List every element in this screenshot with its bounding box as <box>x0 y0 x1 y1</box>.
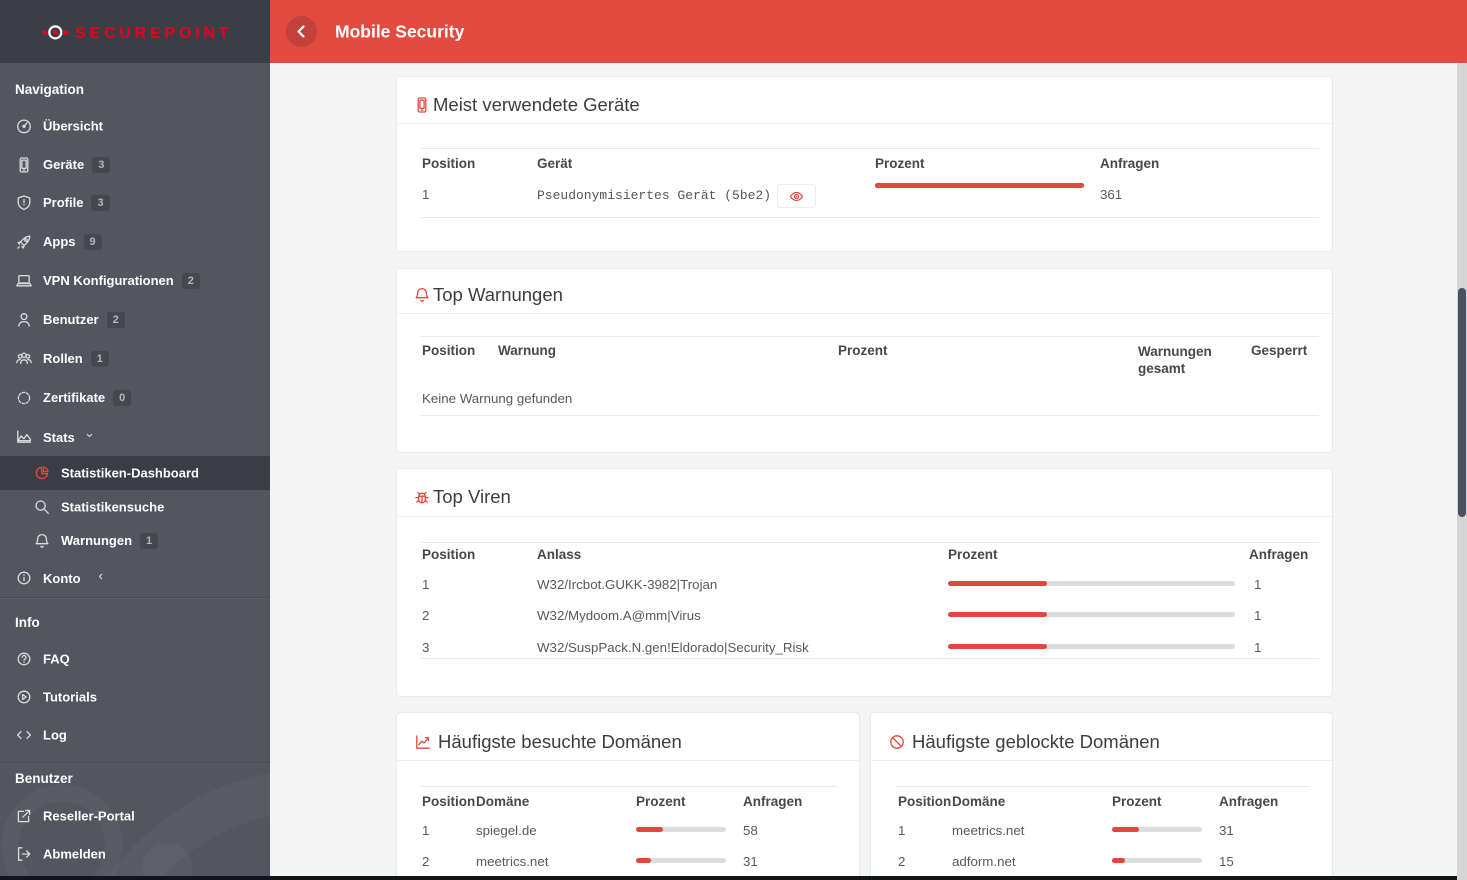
svg-text:SECUREPOINT: SECUREPOINT <box>75 25 232 42</box>
